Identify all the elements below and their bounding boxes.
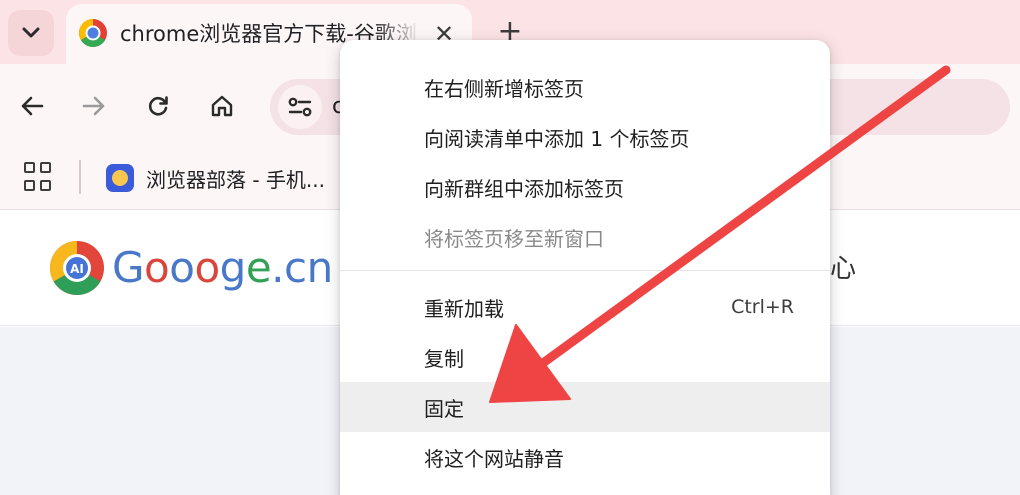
reload-icon <box>148 96 168 116</box>
bookmarks-divider <box>79 160 81 194</box>
tab-context-menu: 在右侧新增标签页 向阅读清单中添加 1 个标签页 向新群组中添加标签页 将标签页… <box>340 40 830 495</box>
menu-item-reload[interactable]: 重新加载 Ctrl+R <box>340 282 830 332</box>
chrome-favicon-icon <box>79 19 107 47</box>
bookmark-label: 浏览器部落 - 手机... <box>146 167 326 192</box>
bookmark-favicon-icon <box>106 164 134 192</box>
menu-item-mute-site[interactable]: 将这个网站静音 <box>340 432 830 482</box>
menu-item-add-to-new-group[interactable]: 向新群组中添加标签页 <box>340 162 830 212</box>
back-arrow-icon <box>21 96 44 116</box>
home-button[interactable] <box>202 86 242 126</box>
svg-text:AI: AI <box>70 262 84 276</box>
menu-item-add-to-reading-list[interactable]: 向阅读清单中添加 1 个标签页 <box>340 112 830 162</box>
menu-separator <box>340 270 830 271</box>
back-button[interactable] <box>12 86 52 126</box>
site-logo-text[interactable]: Goooge.cn <box>112 241 333 295</box>
tab-search-button[interactable] <box>8 10 54 56</box>
site-info-button[interactable] <box>278 85 322 129</box>
menu-shortcut: Ctrl+R <box>731 296 794 318</box>
site-logo-icon[interactable]: AI <box>48 239 106 297</box>
chevron-down-icon <box>22 27 40 38</box>
bookmark-item[interactable]: 浏览器部落 - 手机... <box>106 160 325 196</box>
forward-button[interactable] <box>74 86 114 126</box>
menu-item-pin[interactable]: 固定 <box>340 382 830 432</box>
menu-item-duplicate[interactable]: 复制 <box>340 332 830 382</box>
reload-button[interactable] <box>138 86 178 126</box>
header-nav-link[interactable]: 心 <box>830 253 856 285</box>
menu-item-move-to-new-window: 将标签页移至新窗口 <box>424 226 604 251</box>
apps-grid-icon[interactable] <box>24 162 54 192</box>
forward-arrow-icon <box>82 96 105 116</box>
menu-item-new-tab-right[interactable]: 在右侧新增标签页 <box>340 62 830 112</box>
home-icon <box>211 95 233 117</box>
site-info-icon <box>288 97 312 117</box>
